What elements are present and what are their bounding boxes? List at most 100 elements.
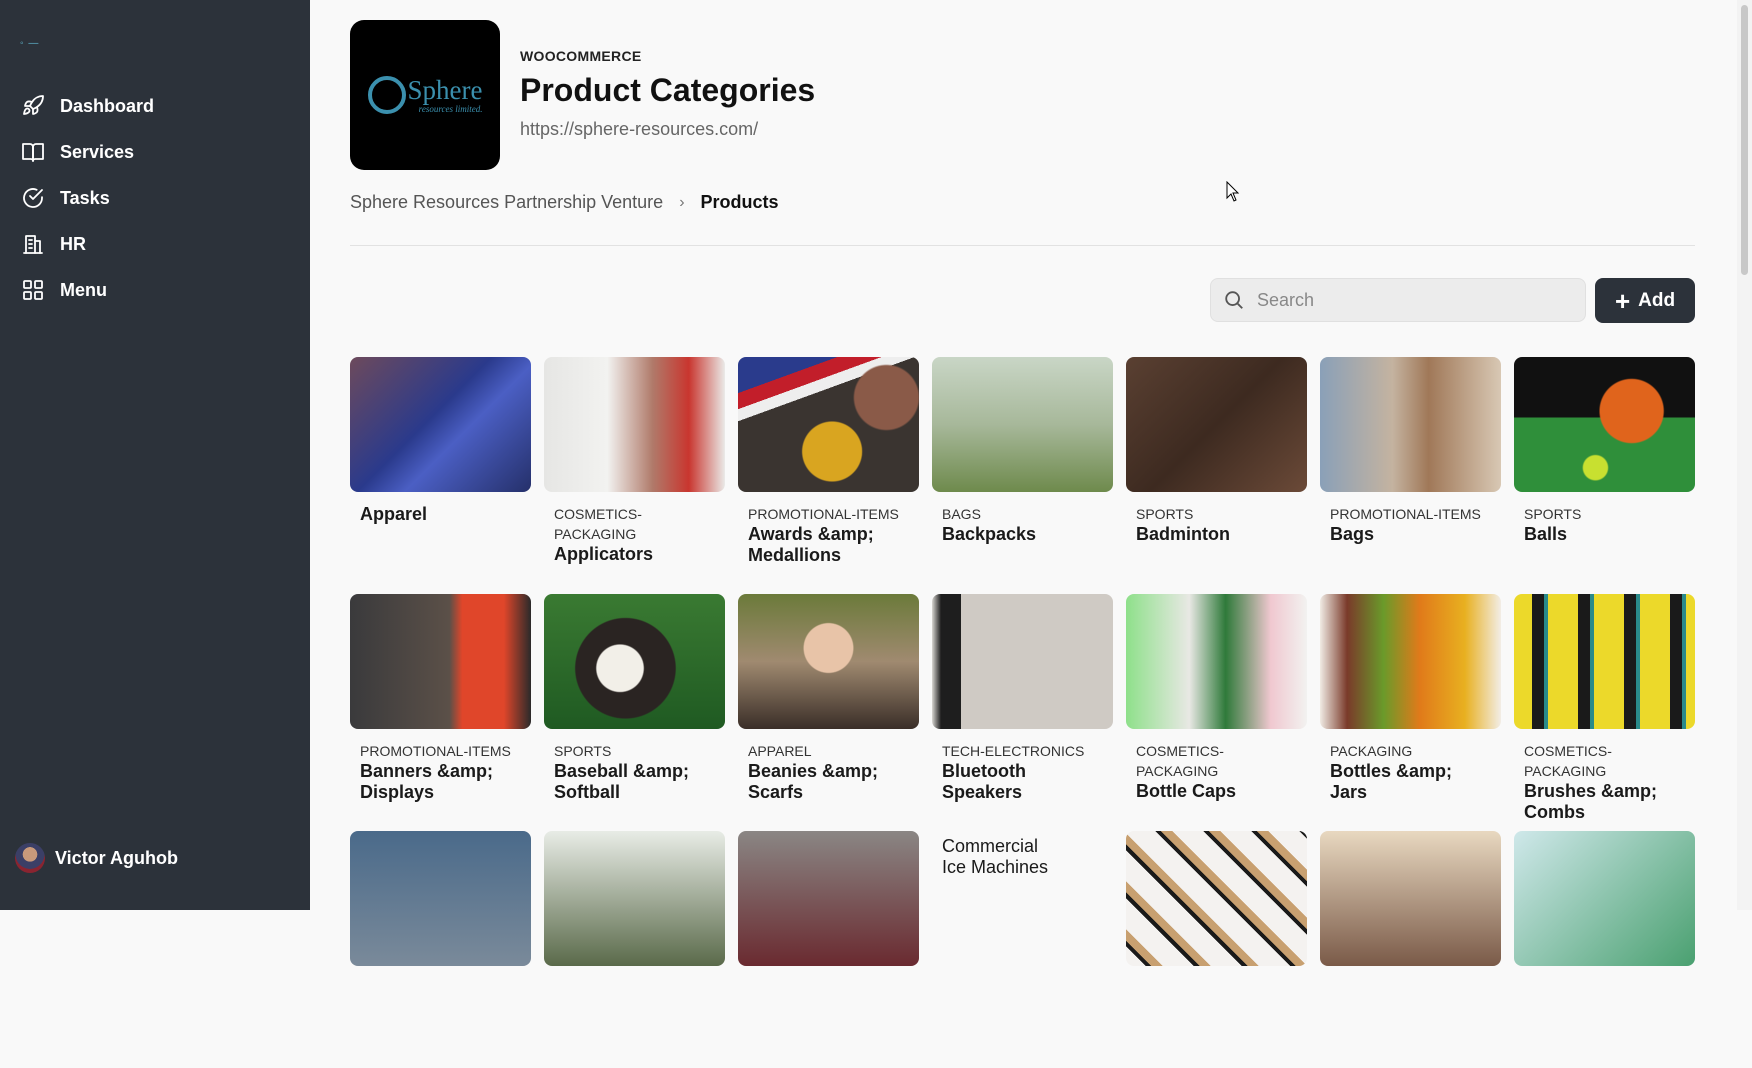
logo-mark: [367, 76, 406, 114]
add-button[interactable]: + Add: [1595, 278, 1695, 323]
category-image: [1514, 594, 1695, 729]
category-name: Brushes &amp; Combs: [1524, 781, 1658, 822]
sidebar-item-label: Dashboard: [60, 95, 155, 116]
category-image: [738, 357, 919, 492]
company-logo: Sphere resources limited.: [350, 20, 500, 170]
category-card[interactable]: [738, 831, 919, 1068]
category-label: PROMOTIONAL-ITEMS: [748, 506, 899, 522]
category-card[interactable]: [1126, 831, 1307, 1068]
category-label: SPORTS: [554, 743, 612, 759]
user-profile[interactable]: Victor Aguhob: [15, 843, 178, 873]
category-name: Bluetooth Speakers: [942, 761, 1026, 802]
category-card[interactable]: [1514, 831, 1695, 1068]
logo-text: Sphere: [407, 74, 483, 105]
page-header: WOOCOMMERCE Product Categories https://s…: [520, 48, 815, 140]
category-label: TECH-ELECTRONICS: [942, 743, 1085, 759]
sidebar-logo[interactable]: ◦ ―: [20, 38, 39, 49]
category-card[interactable]: [350, 831, 531, 1068]
scrollbar[interactable]: [1737, 0, 1752, 910]
category-label: BAGS: [942, 506, 981, 522]
category-card[interactable]: PACKAGING Bottles &amp; Jars: [1320, 594, 1501, 831]
sidebar-item-tasks[interactable]: Tasks: [0, 175, 310, 221]
category-card[interactable]: COSMETICS-PACKAGING Bottle Caps: [1126, 594, 1307, 831]
rocket-icon: [20, 93, 46, 119]
category-card[interactable]: Apparel: [350, 357, 531, 594]
grid-icon: [20, 277, 46, 303]
category-card[interactable]: TECH-ELECTRONICS Bluetooth Speakers: [932, 594, 1113, 831]
logo-subtext: resources limited.: [418, 103, 483, 114]
sidebar-item-label: Menu: [60, 279, 107, 300]
category-name: Backpacks: [942, 524, 1037, 544]
sidebar-item-menu[interactable]: Menu: [0, 267, 310, 313]
category-image: [1514, 357, 1695, 492]
category-card[interactable]: Commercial Ice Machines: [932, 831, 1113, 1068]
category-image: [544, 357, 725, 492]
sidebar-item-label: HR: [60, 233, 86, 254]
category-name: Apparel: [360, 504, 428, 524]
sidebar-item-dashboard[interactable]: Dashboard: [0, 83, 310, 129]
category-card[interactable]: BAGS Backpacks: [932, 357, 1113, 594]
category-image: [544, 831, 725, 966]
search-box: [1210, 278, 1586, 322]
category-name: Balls: [1524, 524, 1568, 544]
page-eyebrow: WOOCOMMERCE: [520, 48, 642, 64]
plus-icon: +: [1614, 285, 1631, 316]
book-icon: [20, 139, 46, 165]
category-image: [1320, 831, 1501, 966]
category-image: [1126, 357, 1307, 492]
sidebar-nav: Dashboard Services Tasks HR Menu: [0, 83, 310, 313]
chevron-right-icon: ›: [679, 193, 685, 211]
category-image: [544, 594, 725, 729]
category-image: [1514, 831, 1695, 966]
category-image: [738, 594, 919, 729]
user-name: Victor Aguhob: [55, 847, 178, 868]
sidebar-item-hr[interactable]: HR: [0, 221, 310, 267]
category-image: [1320, 594, 1501, 729]
building-icon: [20, 231, 46, 257]
category-label: PROMOTIONAL-ITEMS: [360, 743, 511, 759]
category-label: APPAREL: [748, 743, 812, 759]
breadcrumb: Sphere Resources Partnership Venture › P…: [350, 192, 779, 213]
category-card[interactable]: [544, 831, 725, 1068]
category-card[interactable]: [1320, 831, 1501, 1068]
category-card[interactable]: SPORTS Badminton: [1126, 357, 1307, 594]
category-card[interactable]: PROMOTIONAL-ITEMS Bags: [1320, 357, 1501, 594]
sidebar-item-label: Tasks: [60, 187, 110, 208]
sidebar: ◦ ― Dashboard Services Tasks HR Menu Vic…: [0, 0, 310, 910]
mouse-cursor-icon: [1226, 181, 1240, 202]
category-name: Banners &amp; Displays: [360, 761, 494, 802]
category-image: [1126, 831, 1307, 966]
category-name: Commercial Ice Machines: [942, 836, 1049, 877]
category-name: Beanies &amp; Scarfs: [748, 761, 879, 802]
divider: [350, 245, 1695, 246]
main-content: Sphere resources limited. WOOCOMMERCE Pr…: [350, 0, 1695, 966]
category-image: [350, 357, 531, 492]
page-title: Product Categories: [520, 72, 816, 108]
category-name: Awards &amp; Medallions: [748, 524, 874, 565]
category-name: Baseball &amp; Softball: [554, 761, 690, 802]
category-image: [350, 831, 531, 966]
category-card[interactable]: SPORTS Baseball &amp; Softball: [544, 594, 725, 831]
category-name: Bottle Caps: [1136, 781, 1237, 801]
add-button-label: Add: [1638, 289, 1676, 311]
category-image: [932, 357, 1113, 492]
breadcrumb-parent[interactable]: Sphere Resources Partnership Venture: [350, 192, 663, 213]
breadcrumb-current: Products: [700, 192, 779, 212]
category-name: Badminton: [1136, 524, 1230, 544]
category-label: COSMETICS-PACKAGING: [554, 506, 642, 542]
site-url[interactable]: https://sphere-resources.com/: [520, 119, 815, 140]
category-card[interactable]: COSMETICS-PACKAGING Brushes &amp; Combs: [1514, 594, 1695, 831]
category-card[interactable]: PROMOTIONAL-ITEMS Banners &amp; Displays: [350, 594, 531, 831]
category-name: Bags: [1330, 524, 1375, 544]
category-label: SPORTS: [1136, 506, 1194, 522]
category-card[interactable]: COSMETICS-PACKAGING Applicators: [544, 357, 725, 594]
scrollbar-thumb[interactable]: [1741, 5, 1748, 275]
search-input[interactable]: [1255, 288, 1559, 312]
category-image: [932, 594, 1113, 729]
category-card[interactable]: SPORTS Balls: [1514, 357, 1695, 594]
category-label: COSMETICS-PACKAGING: [1524, 743, 1612, 779]
sidebar-item-services[interactable]: Services: [0, 129, 310, 175]
category-grid: Apparel COSMETICS-PACKAGING Applicators …: [350, 357, 1695, 1068]
category-card[interactable]: PROMOTIONAL-ITEMS Awards &amp; Medallion…: [738, 357, 919, 594]
category-card[interactable]: APPAREL Beanies &amp; Scarfs: [738, 594, 919, 831]
